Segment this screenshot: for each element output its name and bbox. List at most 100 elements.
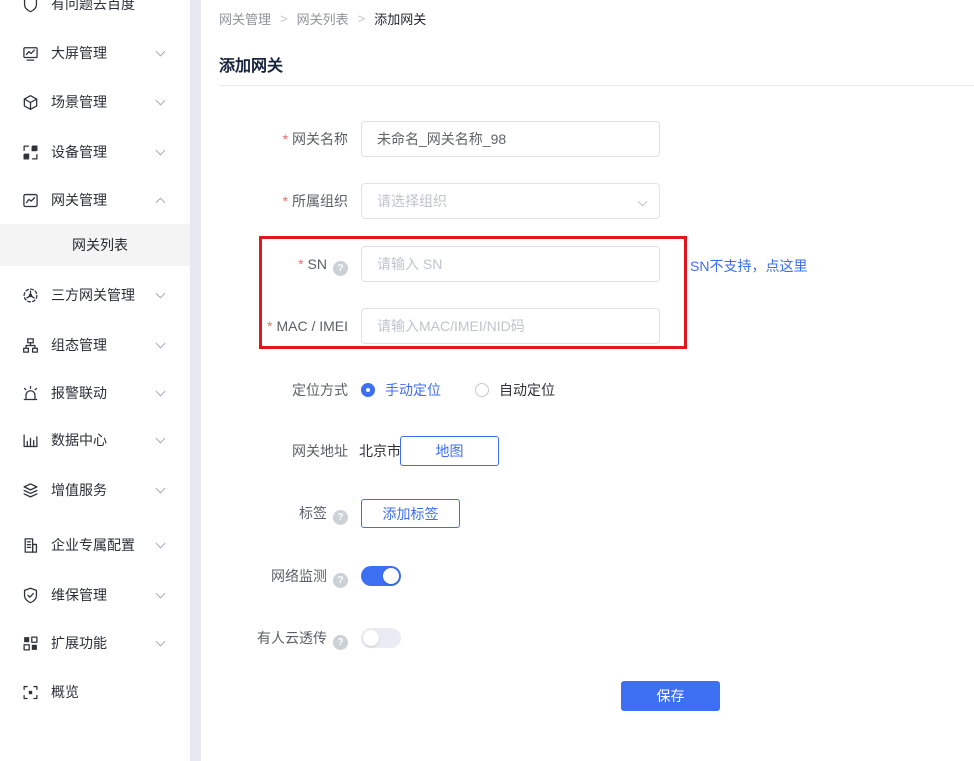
chevron-down-icon xyxy=(156,289,166,299)
gateway-name-label: *网关名称 xyxy=(201,121,348,157)
required-mark: * xyxy=(267,318,272,334)
sidebar-item-gateway-list[interactable]: 网关列表 xyxy=(0,224,190,266)
sidebar-item-label: 扩展功能 xyxy=(51,633,107,653)
cube-icon xyxy=(22,94,39,111)
sidebar-item-label: 场景管理 xyxy=(51,92,107,112)
alarm-icon xyxy=(22,385,39,402)
chevron-down-icon xyxy=(156,484,166,494)
tags-label: 标签? xyxy=(201,499,348,528)
chevron-down-icon xyxy=(156,589,166,599)
sidebar-item-label: 报警联动 xyxy=(51,383,107,403)
chevron-down-icon xyxy=(156,339,166,349)
help-icon[interactable]: ? xyxy=(333,635,348,650)
chevron-down-icon xyxy=(156,434,166,444)
chevron-down-icon xyxy=(156,539,166,549)
bar-chart-icon xyxy=(22,432,39,449)
toggle-knob xyxy=(363,630,379,646)
chevron-down-icon xyxy=(156,146,166,156)
sidebar-item-label: 数据中心 xyxy=(51,430,107,450)
mac-imei-input[interactable] xyxy=(361,308,660,344)
grid-icon xyxy=(22,635,39,652)
help-icon[interactable]: ? xyxy=(333,261,348,276)
building-icon xyxy=(22,537,39,554)
cloud-passthrough-toggle[interactable] xyxy=(361,628,401,648)
device-grid-icon xyxy=(22,144,39,161)
trend-chart-icon xyxy=(22,192,39,209)
sidebar-item-screen-mgmt[interactable]: 大屏管理 xyxy=(0,28,190,78)
map-button[interactable]: 地图 xyxy=(400,436,499,466)
title-divider xyxy=(219,85,974,86)
gateway-address-label: 网关地址 xyxy=(201,436,348,466)
organization-placeholder: 请选择组织 xyxy=(377,191,447,211)
gateway-address-value: 北京市 xyxy=(359,436,401,466)
sidebar-divider xyxy=(190,0,201,761)
network-monitor-label: 网络监测? xyxy=(201,566,348,588)
main-content: 网关管理 > 网关列表 > 添加网关 添加网关 *网关名称 *所属组织 请选择组… xyxy=(201,0,974,761)
sidebar-item-gateway-mgmt[interactable]: 网关管理 xyxy=(0,175,190,225)
sidebar-item-value-added[interactable]: 增值服务 xyxy=(0,465,190,515)
sidebar-item-device-mgmt[interactable]: 设备管理 xyxy=(0,127,190,177)
sidebar-item-label: 维保管理 xyxy=(51,585,107,605)
chevron-down-icon xyxy=(638,197,648,207)
positioning-radio-group: 手动定位 自动定位 xyxy=(361,376,555,404)
gateway-name-input[interactable] xyxy=(361,121,660,157)
manual-positioning-label[interactable]: 手动定位 xyxy=(385,380,441,400)
required-mark: * xyxy=(283,193,288,209)
breadcrumb-gateway-mgmt[interactable]: 网关管理 xyxy=(219,9,271,28)
sn-label: *SN? xyxy=(201,246,348,282)
auto-positioning-label[interactable]: 自动定位 xyxy=(499,380,555,400)
network-monitor-toggle[interactable] xyxy=(361,566,401,586)
scan-icon xyxy=(22,684,39,701)
auto-positioning-radio[interactable] xyxy=(475,383,489,397)
sidebar: 有问题去百度 大屏管理 场景管理 设备管理 网关 xyxy=(0,0,190,761)
breadcrumb: 网关管理 > 网关列表 > 添加网关 xyxy=(219,9,426,28)
required-mark: * xyxy=(283,131,288,147)
sidebar-item-label: 企业专属配置 xyxy=(51,535,135,555)
sidebar-item-label: 网关管理 xyxy=(51,190,107,210)
sidebar-item-extensions[interactable]: 扩展功能 xyxy=(0,618,190,668)
breadcrumb-gateway-list[interactable]: 网关列表 xyxy=(297,9,349,28)
manual-positioning-radio[interactable] xyxy=(361,383,375,397)
hub-icon xyxy=(22,287,39,304)
breadcrumb-separator: > xyxy=(280,11,288,26)
sidebar-item-scene-mgmt[interactable]: 场景管理 xyxy=(0,77,190,127)
screen-icon xyxy=(22,45,39,62)
sn-not-supported-link[interactable]: SN不支持，点这里 xyxy=(690,256,807,276)
page-title: 添加网关 xyxy=(219,52,283,76)
organization-select[interactable]: 请选择组织 xyxy=(361,183,660,219)
sn-input[interactable] xyxy=(361,246,660,282)
chevron-up-icon xyxy=(156,198,166,208)
sidebar-item-label: 三方网关管理 xyxy=(51,285,135,305)
help-icon[interactable]: ? xyxy=(333,573,348,588)
help-icon[interactable]: ? xyxy=(333,510,348,525)
mac-imei-label: *MAC / IMEI xyxy=(201,308,348,344)
sidebar-item-label: 概览 xyxy=(51,682,79,702)
chevron-down-icon xyxy=(156,637,166,647)
breadcrumb-separator: > xyxy=(358,11,366,26)
positioning-label: 定位方式 xyxy=(201,376,348,404)
sidebar-item-help[interactable]: 有问题去百度 xyxy=(0,0,190,29)
add-tag-button[interactable]: 添加标签 xyxy=(361,499,460,528)
sidebar-item-overview[interactable]: 概览 xyxy=(0,667,190,717)
chevron-down-icon xyxy=(156,96,166,106)
toggle-knob xyxy=(383,568,399,584)
layers-icon xyxy=(22,482,39,499)
sidebar-item-data-center[interactable]: 数据中心 xyxy=(0,415,190,465)
sidebar-item-label: 增值服务 xyxy=(51,480,107,500)
shield-icon xyxy=(22,0,39,13)
topology-icon xyxy=(22,337,39,354)
save-button[interactable]: 保存 xyxy=(621,681,720,711)
sidebar-item-config-mgmt[interactable]: 组态管理 xyxy=(0,320,190,370)
organization-label: *所属组织 xyxy=(201,183,348,219)
sidebar-item-label: 有问题去百度 xyxy=(51,0,135,14)
required-mark: * xyxy=(298,256,303,272)
breadcrumb-add-gateway: 添加网关 xyxy=(374,9,426,28)
chevron-down-icon xyxy=(156,387,166,397)
sidebar-item-enterprise-config[interactable]: 企业专属配置 xyxy=(0,520,190,570)
shield-check-icon xyxy=(22,587,39,604)
sidebar-item-label: 组态管理 xyxy=(51,335,107,355)
sidebar-item-third-party-gateway[interactable]: 三方网关管理 xyxy=(0,270,190,320)
sidebar-item-label: 大屏管理 xyxy=(51,43,107,63)
sidebar-item-maintenance[interactable]: 维保管理 xyxy=(0,570,190,620)
sidebar-item-alarm-linkage[interactable]: 报警联动 xyxy=(0,368,190,418)
